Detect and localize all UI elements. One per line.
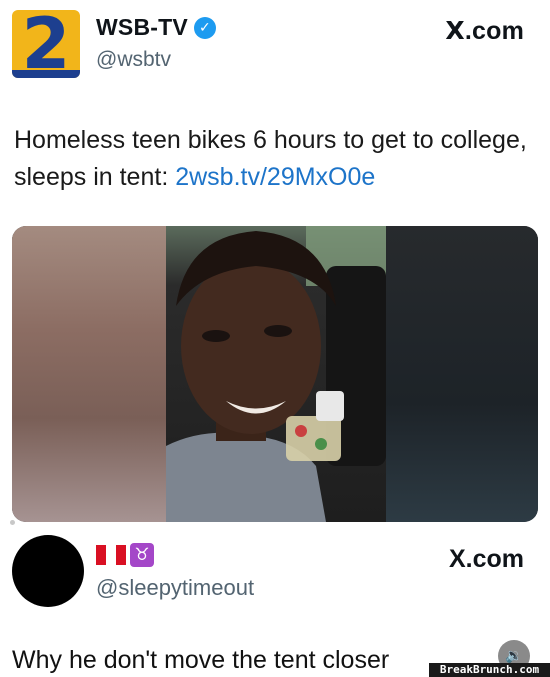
taurus-icon: ♉ <box>130 543 154 567</box>
thread-dot <box>10 520 15 525</box>
verified-badge-icon: ✓ <box>193 16 216 39</box>
x-com-label: .com <box>464 17 524 45</box>
x-logo-icon-2: X <box>448 545 466 573</box>
watermark: BreakBrunch.com <box>429 663 550 677</box>
peru-flag-icon <box>96 545 126 565</box>
person-photo <box>166 226 386 522</box>
user-handle-2[interactable]: @sleepytimeout <box>96 575 254 601</box>
blurred-right-panel <box>386 226 538 522</box>
x-com-logo: X.com <box>445 16 524 46</box>
tweet-text-2: Why he don't move the tent closer <box>12 646 390 674</box>
x-com-logo-2: X.com <box>449 545 524 574</box>
wsb-logo-number: 2 <box>21 10 71 78</box>
user-handle[interactable]: @wsbtv <box>96 48 171 72</box>
display-name[interactable]: WSB-TV <box>96 14 188 41</box>
x-com-label-2: .com <box>465 545 524 573</box>
video-media[interactable] <box>12 226 538 522</box>
wsb-avatar[interactable]: 2 <box>12 10 80 78</box>
wsb-logo-stripe <box>12 70 80 78</box>
tweet-link[interactable]: 2wsb.tv/29MxO0e <box>175 163 375 191</box>
post2-name-row: ♉ <box>96 543 154 567</box>
video-frame <box>166 226 386 522</box>
x-logo-icon: X <box>445 16 465 45</box>
blurred-left-panel <box>12 226 166 522</box>
sleepy-avatar[interactable] <box>12 535 84 607</box>
tweet-text: Homeless teen bikes 6 hours to get to co… <box>14 122 534 196</box>
post1-name-row: WSB-TV ✓ <box>96 14 216 41</box>
